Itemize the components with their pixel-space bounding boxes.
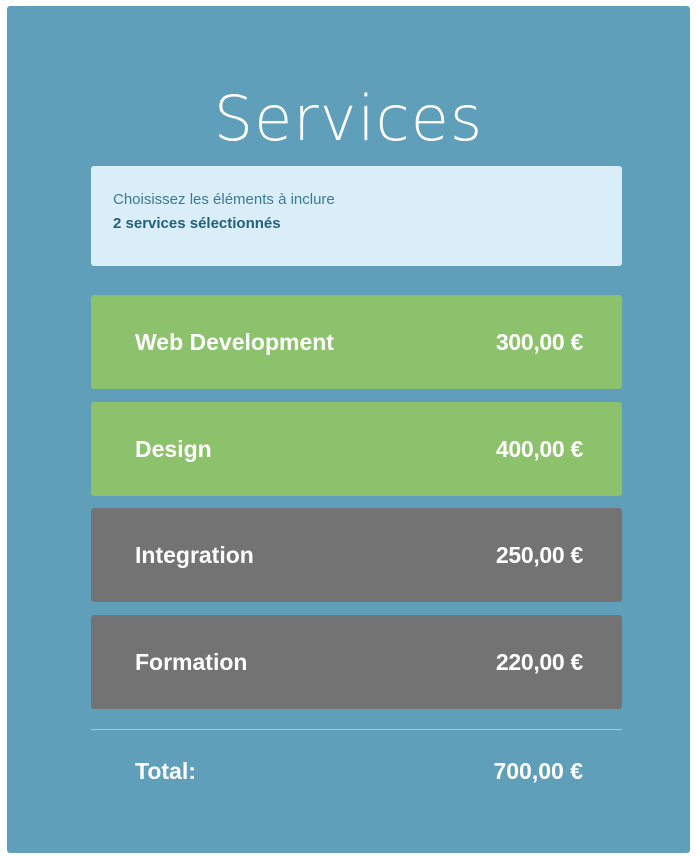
service-price: 250,00 € xyxy=(495,541,583,568)
selection-hint: Choisissez les éléments à inclure xyxy=(113,191,335,208)
services-panel: Services Choisissez les éléments à inclu… xyxy=(7,6,690,853)
selected-count: 2 services sélectionnés xyxy=(113,215,281,232)
info-box: Choisissez les éléments à inclure 2 serv… xyxy=(91,166,622,266)
service-name: Web Development xyxy=(135,328,334,355)
divider xyxy=(91,729,622,730)
total-row: Total: 700,00 € xyxy=(91,751,622,791)
service-name: Integration xyxy=(135,541,254,568)
service-item-integration[interactable]: Integration 250,00 € xyxy=(91,508,622,602)
service-price: 300,00 € xyxy=(495,328,583,355)
service-item-web-development[interactable]: Web Development 300,00 € xyxy=(91,295,622,389)
service-name: Formation xyxy=(135,648,248,675)
service-price: 220,00 € xyxy=(495,648,583,675)
page-title: Services xyxy=(213,82,484,155)
service-price: 400,00 € xyxy=(495,435,583,462)
total-value: 700,00 € xyxy=(493,757,583,784)
total-label: Total: xyxy=(135,757,196,784)
service-item-design[interactable]: Design 400,00 € xyxy=(91,402,622,496)
service-item-formation[interactable]: Formation 220,00 € xyxy=(91,615,622,709)
service-name: Design xyxy=(135,435,212,462)
